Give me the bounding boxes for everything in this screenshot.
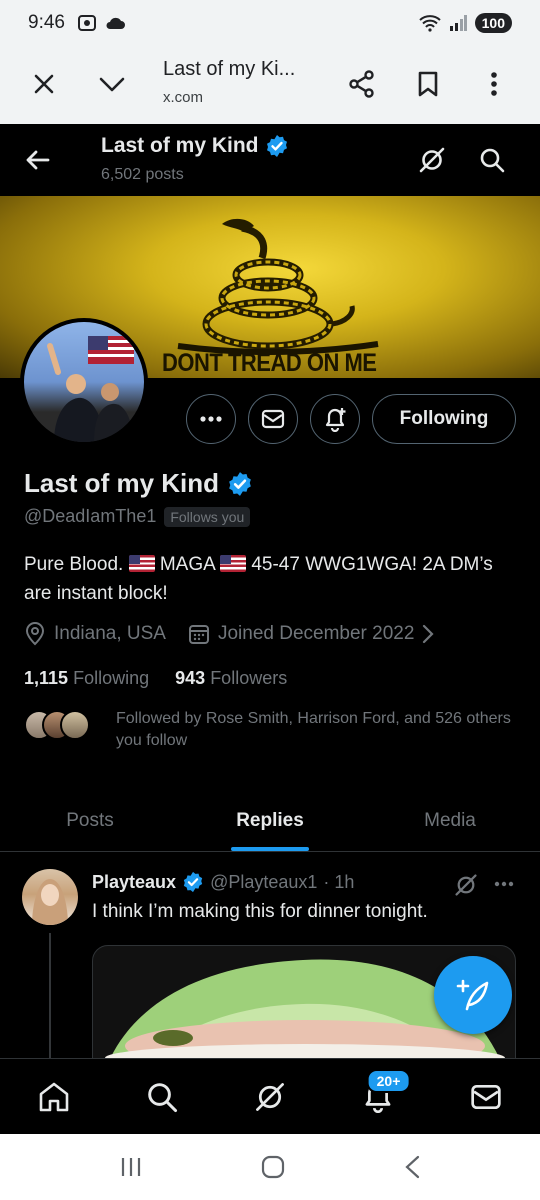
home-icon <box>39 1082 69 1111</box>
status-time: 9:46 <box>28 12 65 33</box>
followed-by-row[interactable]: Followed by Rose Smith, Harrison Ford, a… <box>24 708 524 752</box>
location-pin-icon <box>25 622 45 646</box>
profile-bio: Pure Blood. MAGA 45-47 WWG1WGA! 2A DM’s … <box>24 550 514 608</box>
bell-plus-icon <box>325 408 346 432</box>
feather-plus-icon <box>456 979 489 1011</box>
profile-joined[interactable]: Joined December 2022 <box>218 623 414 645</box>
calendar-icon <box>188 625 209 644</box>
message-button[interactable] <box>248 394 298 444</box>
back-arrow-icon[interactable] <box>20 142 56 178</box>
nav-home[interactable] <box>0 1059 108 1134</box>
chevron-down-icon[interactable] <box>92 64 132 104</box>
profile-handle-row: @DeadIamThe1 Follows you <box>24 506 251 527</box>
tweet-avatar[interactable] <box>22 869 78 925</box>
ellipsis-icon <box>200 416 222 422</box>
envelope-icon <box>471 1084 501 1109</box>
profile-location: Indiana, USA <box>54 623 166 644</box>
verified-badge-icon <box>183 871 203 893</box>
thread-line <box>49 933 51 1063</box>
wifi-icon <box>418 15 441 32</box>
following-stat[interactable]: 1,115 Following <box>24 668 149 689</box>
tweet-author-handle[interactable]: @Playteaux1 <box>210 872 317 893</box>
more-options-button[interactable] <box>186 394 236 444</box>
header-name-text: Last of my Kind <box>101 134 259 157</box>
verified-badge-icon[interactable] <box>227 471 253 497</box>
followers-count: 943 <box>175 668 206 688</box>
verified-badge-icon <box>266 135 287 157</box>
home-circle-icon[interactable] <box>260 1154 286 1180</box>
profile-meta: Indiana, USA Joined December 2022 <box>24 622 434 646</box>
following-stat-label: Following <box>73 668 150 688</box>
header-profile-name: Last of my Kind <box>101 134 289 158</box>
notify-button[interactable] <box>310 394 360 444</box>
tweet-text: I think I’m making this for dinner tonig… <box>92 901 428 922</box>
browser-title-area[interactable]: Last of my Ki... x.com <box>163 58 323 106</box>
tweet-more-icon[interactable] <box>494 881 514 887</box>
system-back-icon[interactable] <box>403 1154 421 1180</box>
tweet-header: Playteaux @Playteaux1 · 1h <box>92 871 354 893</box>
notifications-badge: 20+ <box>366 1069 411 1093</box>
followed-by-text: Followed by Rose Smith, Harrison Ford, a… <box>116 710 511 749</box>
status-bar: 9:46 100 <box>0 0 540 46</box>
follow-stats: 1,115 Following 943 Followers <box>24 668 287 689</box>
followers-stat-label: Followers <box>210 668 288 688</box>
followers-stat[interactable]: 943 Followers <box>175 668 287 689</box>
system-nav-bar <box>0 1134 540 1200</box>
tab-media[interactable]: Media <box>360 790 540 851</box>
cloud-icon <box>106 17 125 29</box>
nav-notifications[interactable]: 20+ <box>324 1059 432 1134</box>
browser-page-title: Last of my Ki... <box>163 58 296 80</box>
profile-avatar[interactable] <box>20 318 148 446</box>
browser-url: x.com <box>163 89 204 106</box>
following-button[interactable]: Following <box>372 394 516 444</box>
profile-name-text: Last of my Kind <box>24 468 220 498</box>
bottom-nav: 20+ <box>0 1058 540 1134</box>
envelope-icon <box>261 409 285 429</box>
us-flag-icon <box>220 555 247 572</box>
bookmark-icon[interactable] <box>408 64 448 104</box>
tab-posts[interactable]: Posts <box>0 790 180 851</box>
close-icon[interactable] <box>24 64 64 104</box>
banner-text: DONT TREAD ON ME <box>162 348 377 377</box>
search-icon[interactable] <box>474 142 510 178</box>
nav-grok[interactable] <box>216 1059 324 1134</box>
header-post-count: 6,502 posts <box>101 166 184 183</box>
signal-icon <box>449 15 467 31</box>
screenshot-icon <box>77 15 96 31</box>
chevron-right-icon[interactable] <box>422 624 434 644</box>
us-flag-icon <box>128 555 155 572</box>
nav-messages[interactable] <box>432 1059 540 1134</box>
share-icon[interactable] <box>342 64 382 104</box>
battery-indicator: 100 <box>474 13 512 33</box>
tweet-avatar-image <box>32 879 68 925</box>
more-vertical-icon[interactable] <box>474 64 514 104</box>
following-count: 1,115 <box>24 668 69 688</box>
bio-text-2: MAGA <box>154 554 221 575</box>
grok-icon[interactable] <box>414 142 450 178</box>
search-icon <box>148 1082 178 1112</box>
profile-header-bar: Last of my Kind 6,502 posts <box>0 124 540 196</box>
profile-display-name: Last of my Kind <box>24 468 253 499</box>
compose-button[interactable] <box>434 956 512 1034</box>
grok-icon <box>256 1082 284 1111</box>
browser-toolbar: Last of my Ki... x.com <box>0 46 540 124</box>
tab-replies[interactable]: Replies <box>180 790 360 851</box>
avatar-image <box>47 336 134 442</box>
bio-text-1: Pure Blood. <box>24 554 129 575</box>
grok-icon[interactable] <box>454 873 478 897</box>
profile-tabs: Posts Replies Media <box>0 790 540 852</box>
follower-avatars <box>24 708 94 742</box>
recent-apps-icon[interactable] <box>119 1156 143 1178</box>
profile-handle: @DeadIamThe1 <box>24 506 157 526</box>
tweet-author-name[interactable]: Playteaux <box>92 872 176 893</box>
follows-you-badge: Follows you <box>164 506 251 527</box>
tweet-time: · 1h <box>323 871 355 892</box>
follower-avatar <box>60 710 90 740</box>
nav-search[interactable] <box>108 1059 216 1134</box>
